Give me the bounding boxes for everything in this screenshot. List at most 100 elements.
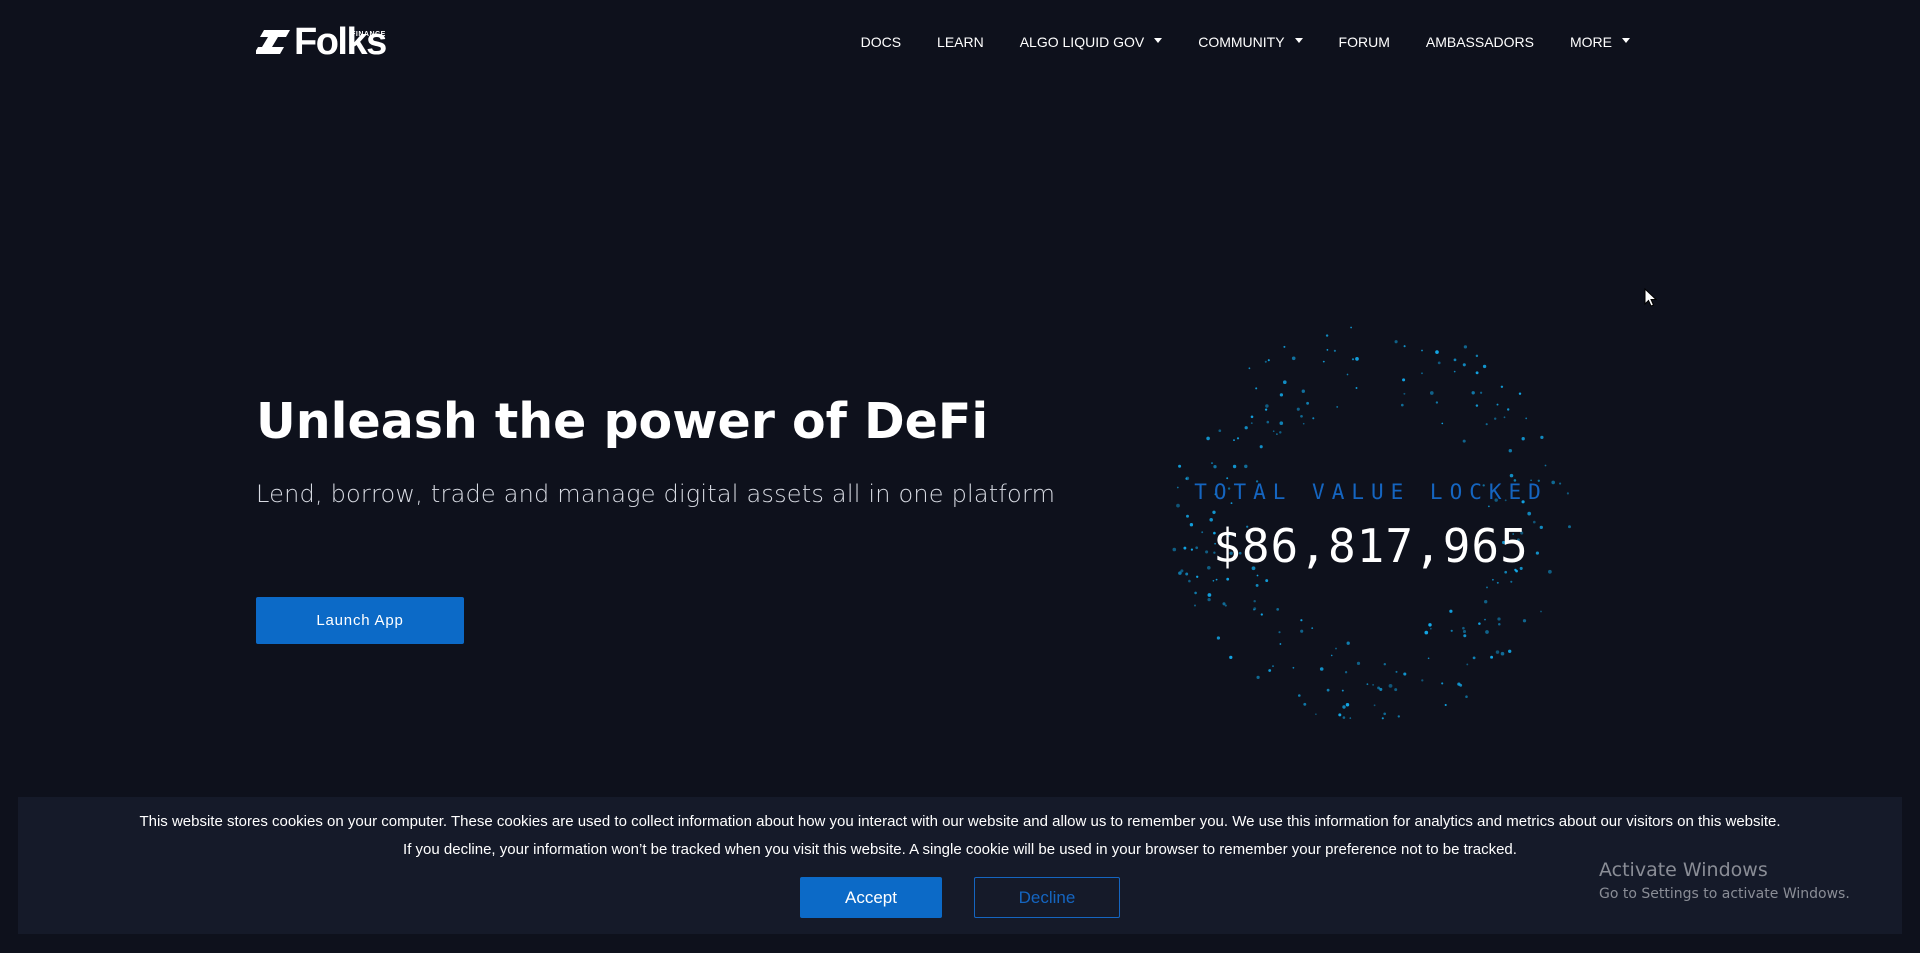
particle-dot [1508,649,1512,653]
particle-dot [1373,704,1376,707]
nav-label: MORE [1570,34,1612,50]
particle-dot [1259,445,1263,449]
particle-dot [1297,694,1301,697]
nav-label: ALGO LIQUID GOV [1019,34,1145,50]
particle-dot [1453,358,1457,362]
particle-dot [1346,641,1350,645]
particle-dot [1383,712,1387,716]
particle-dot [1226,477,1229,480]
particle-dot [1510,580,1513,583]
particle-dot [1260,613,1263,616]
tvl-label: TOTAL VALUE LOCKED [1194,480,1548,504]
hero-title: Unleash the power of DeFi [256,393,989,450]
particle-dot [1479,391,1483,394]
logo-subtext: FINANCE [351,31,386,38]
caret-down-icon [1154,38,1163,43]
particle-dot [1218,429,1222,433]
particle-dot [1421,372,1423,375]
particle-dot [1509,473,1514,478]
particle-dot [1394,688,1398,692]
particle-dot [1196,575,1199,578]
caret-down-icon [1622,38,1630,43]
particle-dot [1292,666,1295,669]
nav-item-learn[interactable]: LEARN [919,34,1002,50]
hero-subtitle: Lend, borrow, trade and manage digital a… [256,480,1056,508]
particle-dot [1265,579,1269,583]
watermark-subtitle: Go to Settings to activate Windows. [1599,886,1850,902]
particle-dot [1278,631,1281,634]
particle-dot [1350,326,1352,329]
particle-dot [1485,423,1488,426]
particle-dot [1312,417,1315,420]
particle-dot [1492,578,1494,581]
particle-dot [1233,439,1235,441]
particle-dot [1322,360,1325,363]
particle-dot [1216,636,1220,640]
particle-dot [1272,665,1274,667]
nav-item-algo-liquid-gov[interactable]: ALGO LIQUID GOV [1002,34,1180,50]
particle-dot [1484,600,1488,604]
particle-dot [1428,623,1432,627]
particle-dot [1236,437,1240,440]
particle-dot [1178,464,1182,468]
particle-dot [1379,687,1383,691]
decline-cookies-button[interactable]: Decline [974,877,1120,918]
nav-item-forum[interactable]: FORUM [1321,34,1408,50]
particle-dot [1403,345,1406,348]
nav-item-docs[interactable]: DOCS [843,34,919,50]
particle-dot [1344,671,1348,674]
particle-dot [1463,345,1468,349]
particle-dot [1279,643,1282,645]
accept-cookies-button[interactable]: Accept [800,877,942,918]
particle-dot [1349,717,1352,719]
logo[interactable]: Folks FINANCE [256,23,387,61]
particle-dot [1366,683,1369,686]
nav-item-more[interactable]: MORE [1552,34,1648,50]
particle-dot [1212,510,1216,514]
nav-item-ambassadors[interactable]: AMBASSADORS [1408,34,1552,50]
particle-dot [1194,604,1196,607]
particle-dot [1356,661,1361,666]
particle-dot [1475,354,1479,358]
cookie-text-line-2: If you decline, your information won’t b… [403,841,1517,858]
nav-item-community[interactable]: COMMUNITY [1180,34,1320,50]
particle-dot [1253,607,1257,611]
particle-dot [1355,387,1358,389]
particle-dot [1450,629,1453,632]
particle-dot [1475,371,1479,375]
launch-app-button[interactable]: Launch App [256,597,464,644]
particle-dot [1255,387,1258,390]
particle-dot [1394,340,1398,344]
particle-dot [1250,415,1254,419]
particle-dot [1421,349,1423,352]
particle-dot [1244,464,1248,469]
particle-dot [1224,604,1227,607]
particle-dot [1444,703,1447,707]
particle-dot [1525,417,1528,420]
particle-dot [1372,684,1374,686]
particle-dot [1403,672,1407,676]
particle-dot [1248,367,1251,370]
mouse-pointer-icon [1644,288,1658,307]
particle-dot [1521,437,1525,441]
particle-dot [1496,581,1499,584]
particle-dot [1388,684,1393,688]
particle-dot [1478,622,1481,625]
particle-dot [1518,392,1522,395]
nav-label: DOCS [860,34,902,50]
particle-dot [1229,655,1233,660]
particle-dot [1176,503,1180,508]
nav-label: LEARN [937,34,984,50]
particle-dot [1291,356,1296,361]
particle-dot [1494,417,1497,420]
particle-dot [1338,713,1342,717]
particle-dot [1395,670,1398,673]
particle-dot [1345,702,1350,707]
tvl-value: $86,817,965 [1213,519,1529,573]
particle-dot [1435,350,1439,354]
particle-dot [1437,361,1441,365]
particle-dot [1427,657,1430,660]
particle-dot [1441,422,1444,425]
main-nav: DOCS LEARN ALGO LIQUID GOV COMMUNITY FOR… [843,0,1648,84]
watermark-title: Activate Windows [1599,859,1768,881]
